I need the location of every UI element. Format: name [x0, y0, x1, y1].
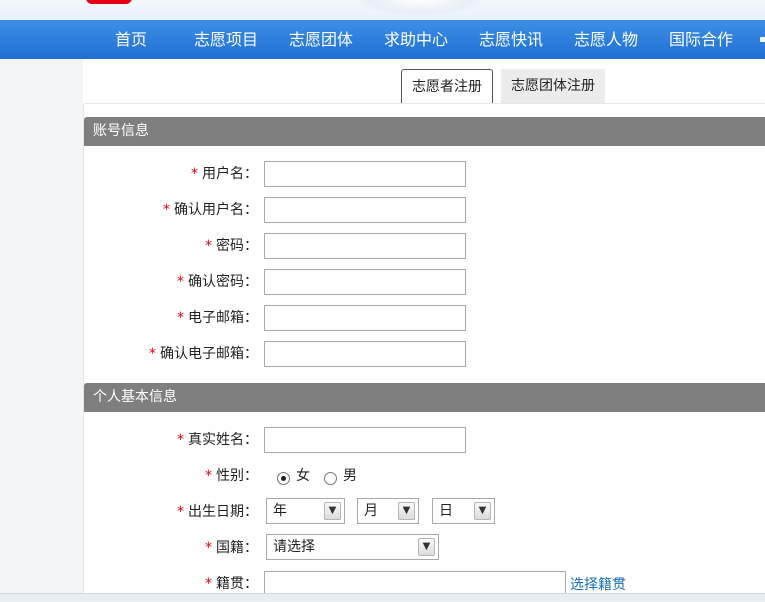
- gender-male-label: 男: [343, 468, 357, 484]
- gender-female-label: 女: [296, 468, 310, 484]
- content-border: [83, 104, 84, 601]
- nav-item-help-center[interactable]: 求助中心: [384, 20, 448, 59]
- required-mark: *: [191, 166, 198, 182]
- nationality-select[interactable]: 请选择 ▼: [266, 534, 439, 560]
- header-banner: [0, 0, 765, 20]
- section-personal-info: 个人基本信息: [84, 383, 765, 412]
- native-place-input[interactable]: [264, 571, 566, 595]
- birth-month-value: 月: [364, 503, 378, 519]
- required-mark: *: [205, 238, 212, 254]
- birth-year-select[interactable]: 年 ▼: [266, 498, 345, 524]
- birth-day-select[interactable]: 日 ▼: [432, 498, 495, 524]
- required-mark: *: [177, 504, 184, 520]
- nav-overflow-marker: [760, 37, 765, 42]
- chevron-down-icon: ▼: [324, 502, 341, 520]
- gender-label: * 性别：: [205, 468, 258, 484]
- password-input[interactable]: [264, 233, 466, 259]
- chevron-down-icon: ▼: [474, 502, 491, 520]
- chevron-down-icon: ▼: [418, 538, 435, 556]
- required-mark: *: [205, 468, 212, 484]
- username-label: * 用户名：: [191, 166, 258, 182]
- birthdate-label: * 出生日期：: [177, 504, 258, 520]
- chevron-down-icon: ▼: [398, 502, 415, 520]
- nav-item-international[interactable]: 国际合作: [669, 20, 733, 59]
- nav-item-people[interactable]: 志愿人物: [574, 20, 638, 59]
- nationality-label: * 国籍：: [205, 540, 258, 556]
- password-label: * 密码：: [205, 238, 258, 254]
- confirm-username-label: * 确认用户名：: [163, 202, 258, 218]
- nationality-value: 请选择: [273, 539, 315, 555]
- required-mark: *: [149, 346, 156, 362]
- tab-group-register[interactable]: 志愿团体注册: [501, 69, 605, 104]
- required-mark: *: [177, 432, 184, 448]
- tab-volunteer-register[interactable]: 志愿者注册: [401, 69, 493, 104]
- choose-native-place-link[interactable]: 选择籍贯: [570, 574, 626, 594]
- confirm-password-label: * 确认密码：: [177, 274, 258, 290]
- logo-fragment: [86, 0, 132, 4]
- nav-item-projects[interactable]: 志愿项目: [194, 20, 258, 59]
- confirm-email-input[interactable]: [264, 341, 466, 367]
- banner-decoration: [360, 0, 480, 16]
- email-label: * 电子邮箱：: [177, 310, 258, 326]
- left-margin: [0, 59, 83, 601]
- gender-female-radio[interactable]: [277, 472, 290, 485]
- birth-day-value: 日: [439, 503, 453, 519]
- real-name-label: * 真实姓名：: [177, 432, 258, 448]
- username-input[interactable]: [264, 161, 466, 187]
- required-mark: *: [205, 540, 212, 556]
- section-account-info: 账号信息: [84, 117, 765, 146]
- required-mark: *: [177, 274, 184, 290]
- confirm-email-label: * 确认电子邮箱：: [149, 346, 258, 362]
- required-mark: *: [163, 202, 170, 218]
- real-name-input[interactable]: [264, 427, 466, 453]
- nav-item-home[interactable]: 首页: [115, 20, 147, 59]
- nav-item-groups[interactable]: 志愿团体: [289, 20, 353, 59]
- birth-year-value: 年: [273, 503, 287, 519]
- confirm-username-input[interactable]: [264, 197, 466, 223]
- birth-month-select[interactable]: 月 ▼: [357, 498, 419, 524]
- required-mark: *: [205, 576, 212, 592]
- main-nav: 首页 志愿项目 志愿团体 求助中心 志愿快讯 志愿人物 国际合作: [0, 20, 765, 59]
- required-mark: *: [177, 310, 184, 326]
- nav-item-news[interactable]: 志愿快讯: [479, 20, 543, 59]
- confirm-password-input[interactable]: [264, 269, 466, 295]
- tab-divider: [84, 103, 765, 104]
- email-input[interactable]: [264, 305, 466, 331]
- gender-male-radio[interactable]: [324, 472, 337, 485]
